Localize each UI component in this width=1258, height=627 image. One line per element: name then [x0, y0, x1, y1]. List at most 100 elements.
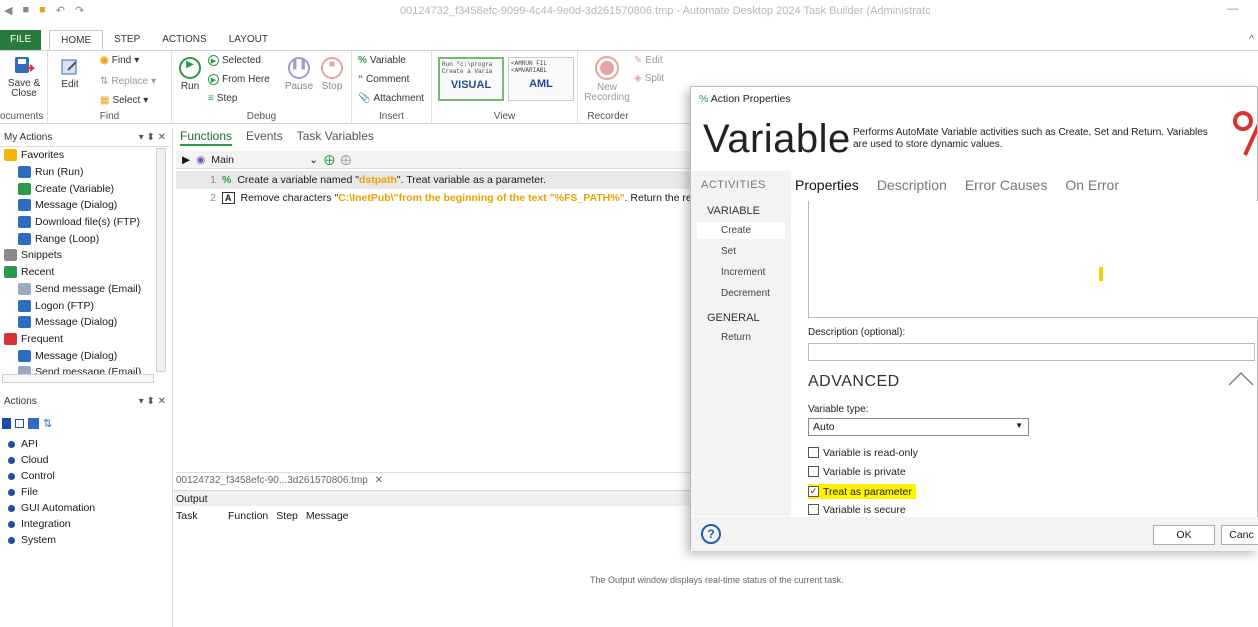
variable-type-select[interactable]: Auto ▼ — [808, 418, 1029, 436]
tab-task-variables[interactable]: Task Variables — [297, 129, 374, 146]
new-recording-button[interactable]: New Recording — [582, 55, 632, 103]
chevron-up-icon[interactable] — [1227, 369, 1255, 389]
run-button[interactable]: ▶ Run — [176, 57, 204, 92]
ribbon-collapse-button[interactable]: ^ — [1249, 34, 1254, 45]
step-button[interactable]: ≡ Step — [208, 93, 237, 104]
view-aml-button[interactable]: <AMRUN FIL <AMVARIABL AML — [508, 57, 574, 101]
my-actions-pin-controls[interactable]: ▾ ⬍ ✕ — [139, 132, 166, 143]
checkbox-box[interactable] — [808, 447, 819, 458]
my-actions-item[interactable]: Create (Variable) — [0, 180, 170, 197]
run-from-here-button[interactable]: ▶ From Here — [208, 74, 270, 85]
output-col-step[interactable]: Step — [276, 510, 298, 522]
actions-category-item[interactable]: Control — [0, 468, 170, 484]
edit-button[interactable]: Edit — [56, 57, 84, 90]
actions-category-item[interactable]: File — [0, 484, 170, 500]
output-col-message[interactable]: Message — [306, 510, 349, 522]
tab-on-error[interactable]: On Error — [1065, 177, 1119, 193]
tab-error-causes[interactable]: Error Causes — [965, 177, 1047, 193]
checkbox-secure[interactable]: Variable is secure — [808, 502, 910, 517]
my-actions-item[interactable]: Snippets — [0, 247, 170, 264]
actions-category-item[interactable]: Integration — [0, 516, 170, 532]
step-row-2[interactable]: 2 A Remove characters " C:\InetPub\"from … — [176, 189, 690, 207]
tab-description[interactable]: Description — [877, 177, 947, 193]
qat-undo-icon[interactable]: ↶ — [56, 4, 65, 17]
function-dropdown-icon[interactable]: ⌄ — [309, 154, 318, 166]
expand-icon[interactable] — [2, 417, 11, 429]
actions-category-item[interactable]: Cloud — [0, 452, 170, 468]
save-close-button[interactable]: Save & Close — [4, 55, 44, 99]
help-icon[interactable]: ? — [701, 524, 721, 544]
activity-create[interactable]: Create — [697, 222, 785, 239]
qat-redo-icon[interactable]: ↷ — [75, 4, 84, 17]
my-actions-scrollbar[interactable] — [156, 148, 166, 372]
insert-variable-button[interactable]: % Variable — [358, 55, 406, 66]
insert-attachment-button[interactable]: 📎 Attachment — [358, 93, 424, 104]
ok-button[interactable]: OK — [1153, 525, 1215, 545]
properties-scrollbar[interactable] — [788, 199, 793, 517]
qat-folder-icon[interactable]: ■ — [39, 4, 46, 17]
my-actions-item[interactable]: Download file(s) (FTP) — [0, 214, 170, 231]
description-input[interactable] — [808, 343, 1255, 361]
output-col-function[interactable]: Function — [228, 510, 268, 522]
panel-splitter[interactable] — [172, 128, 173, 627]
my-actions-item[interactable]: Logon (FTP) — [0, 297, 170, 314]
recorder-edit-button[interactable]: ✎ Edit — [634, 55, 663, 66]
actions-pin-controls[interactable]: ▾ ⬍ ✕ — [139, 396, 166, 407]
activity-return[interactable]: Return — [697, 329, 785, 346]
my-actions-item[interactable]: Message (Dialog) — [0, 347, 170, 364]
close-tab-icon[interactable]: ✕ — [375, 475, 383, 486]
my-actions-hscrollbar[interactable] — [2, 374, 154, 383]
tab-step[interactable]: STEP — [103, 30, 151, 50]
activity-set[interactable]: Set — [697, 243, 785, 260]
output-col-task[interactable]: Task — [176, 510, 220, 522]
cancel-button[interactable]: Canc — [1221, 525, 1258, 545]
tab-actions[interactable]: ACTIONS — [151, 30, 217, 50]
checkbox-box[interactable] — [808, 504, 819, 515]
checkbox-read-only[interactable]: Variable is read-only — [808, 445, 922, 460]
select-button[interactable]: ▦ Select ▾ — [100, 95, 148, 106]
my-actions-item[interactable]: Range (Loop) — [0, 230, 170, 247]
checkbox-box-checked[interactable]: ✓ — [808, 486, 819, 497]
document-tab[interactable]: 00124732_f3458efc-90...3d261570806.tmp ✕ — [176, 472, 690, 488]
run-selected-button[interactable]: ▶ Selected — [208, 55, 261, 66]
qat-save-icon[interactable]: ■ — [22, 4, 29, 17]
actions-category-item[interactable]: API — [0, 436, 170, 452]
collapse-icon[interactable] — [15, 418, 24, 428]
my-actions-item[interactable]: Recent — [0, 264, 170, 281]
my-actions-item[interactable]: Message (Dialog) — [0, 314, 170, 331]
play-function-icon[interactable]: ▶ — [182, 154, 190, 166]
my-actions-item[interactable]: Run (Run) — [0, 164, 170, 181]
recorder-split-button[interactable]: ◈ Split — [634, 73, 664, 84]
sort-icon[interactable]: ⇅ — [43, 417, 52, 430]
pause-button[interactable]: ❚❚ Pause — [284, 57, 314, 92]
replace-button[interactable]: ⇅ Replace ▾ — [100, 76, 156, 87]
tab-events[interactable]: Events — [246, 129, 283, 146]
my-actions-item[interactable]: Favorites — [0, 147, 170, 164]
activity-increment[interactable]: Increment — [697, 264, 785, 281]
find-button[interactable]: ◉ Find ▾ — [100, 55, 139, 66]
tab-properties[interactable]: Properties — [795, 177, 859, 193]
my-actions-item[interactable]: Message (Dialog) — [0, 197, 170, 214]
checkbox-box[interactable] — [808, 466, 819, 477]
remove-function-icon[interactable]: ⨁ — [341, 154, 352, 166]
add-function-icon[interactable]: ⨁ — [324, 154, 335, 166]
activity-decrement[interactable]: Decrement — [697, 285, 785, 302]
tab-layout[interactable]: LAYOUT — [218, 30, 279, 50]
tab-home[interactable]: HOME — [49, 30, 104, 50]
checkbox-private[interactable]: Variable is private — [808, 464, 910, 479]
step-row-1[interactable]: 1 % Create a variable named " dstpath ". T… — [176, 171, 690, 189]
insert-comment-button[interactable]: “ Comment — [358, 74, 409, 85]
tab-functions[interactable]: Functions — [180, 129, 233, 146]
grid-view-icon[interactable] — [28, 417, 39, 429]
checkbox-treat-as-parameter[interactable]: ✓ Treat as parameter — [808, 484, 916, 499]
minimize-button[interactable]: — — [1227, 3, 1238, 15]
actions-category-item[interactable]: GUI Automation — [0, 500, 170, 516]
stop-button[interactable]: ■ Stop — [318, 57, 346, 92]
actions-category-item[interactable]: System — [0, 532, 170, 548]
my-actions-item[interactable]: Frequent — [0, 331, 170, 348]
tab-file[interactable]: FILE — [0, 30, 42, 50]
value-textarea[interactable] — [808, 201, 1258, 318]
view-visual-button[interactable]: Run "c:\progra Create a Varia VISUAL — [438, 57, 504, 101]
function-name[interactable]: Main — [211, 154, 303, 166]
qat-back-icon[interactable]: ◀ — [4, 4, 12, 17]
